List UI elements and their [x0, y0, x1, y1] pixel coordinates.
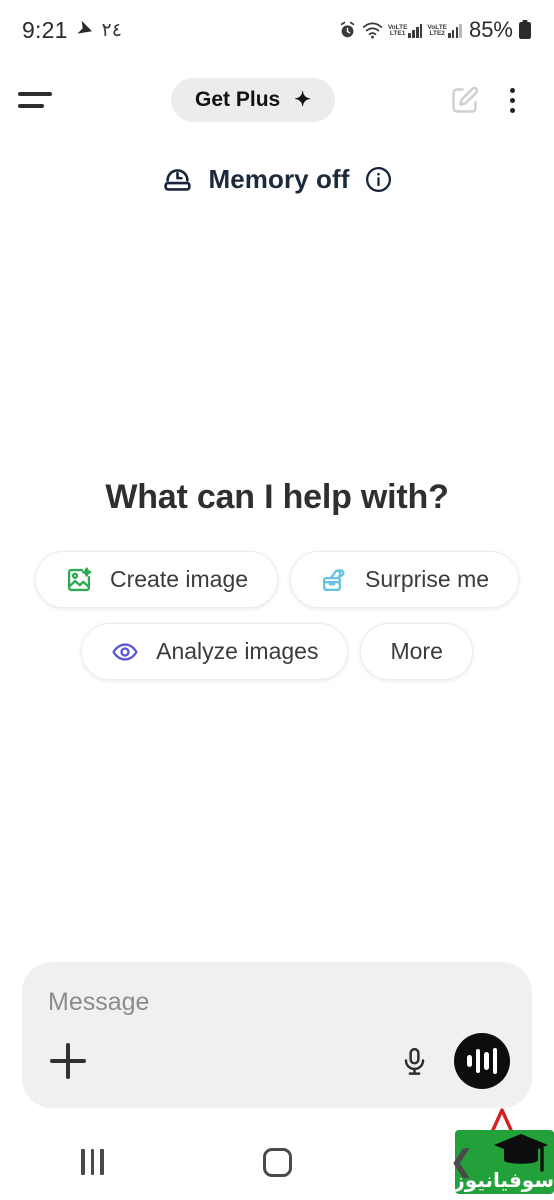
sim2-volte-indicator: VoLTE LTE2 [427, 23, 462, 38]
phone-screen: 9:21 ➤ ٢٤ VoLTE LTE1 VoLTE LTE2 85% Get … [0, 0, 554, 1200]
alarm-icon [338, 21, 357, 40]
sim1-signal-bars [408, 23, 423, 38]
status-bar-right: VoLTE LTE1 VoLTE LTE2 85% [338, 17, 532, 43]
status-bar: 9:21 ➤ ٢٤ VoLTE LTE1 VoLTE LTE2 85% [0, 0, 554, 60]
battery-icon [518, 20, 532, 40]
voice-waveform-icon[interactable] [454, 1033, 510, 1089]
message-input[interactable]: Message [48, 988, 506, 1017]
suggestion-chips: Create image Surprise me Analyze images … [0, 551, 554, 695]
chip-label: Analyze images [156, 638, 319, 664]
location-arrow-icon: ➤ [74, 17, 95, 42]
sim1-network-label: LTE1 [389, 30, 406, 37]
microphone-icon[interactable] [390, 1037, 438, 1085]
back-icon[interactable]: ❮ [369, 1147, 554, 1177]
eye-icon [111, 638, 139, 666]
create-image-icon [65, 566, 93, 594]
battery-percent: 85% [468, 17, 513, 42]
recents-icon[interactable] [0, 1149, 185, 1175]
plus-icon[interactable] [44, 1037, 92, 1085]
memory-status-row[interactable]: Memory off [0, 163, 554, 196]
hamburger-menu-icon[interactable] [18, 76, 66, 124]
sim2-network-label: LTE2 [429, 30, 445, 37]
status-bar-left: 9:21 ➤ ٢٤ [22, 17, 122, 44]
surprise-gift-icon [320, 566, 348, 594]
chip-label: Surprise me [365, 566, 490, 592]
suggestion-chip-row-1: Create image Surprise me [0, 551, 554, 608]
page-title: What can I help with? [105, 478, 449, 516]
get-plus-label: Get Plus [195, 88, 281, 111]
sparkle-icon: ✦ [294, 89, 311, 111]
composer-actions [22, 1030, 532, 1092]
suggestion-chip-row-2: Analyze images More [0, 623, 554, 680]
wifi-icon [362, 22, 383, 39]
status-secondary-text: ٢٤ [101, 19, 123, 41]
info-circle-icon[interactable] [364, 165, 393, 194]
memory-status-label: Memory off [208, 164, 350, 194]
app-header: Get Plus ✦ [0, 62, 554, 138]
chip-create-image[interactable]: Create image [34, 551, 279, 608]
chip-analyze-images[interactable]: Analyze images [81, 623, 349, 680]
chip-label: More [390, 638, 443, 664]
sim2-signal-bars [448, 23, 462, 38]
get-plus-button[interactable]: Get Plus ✦ [171, 78, 335, 122]
sim1-volte-indicator: VoLTE LTE1 [388, 23, 423, 38]
memory-icon [161, 163, 194, 196]
chip-surprise-me[interactable]: Surprise me [290, 551, 520, 608]
kebab-menu-icon[interactable] [488, 76, 536, 124]
chip-more[interactable]: More [360, 623, 473, 680]
home-icon[interactable] [185, 1147, 370, 1177]
chip-label: Create image [109, 566, 249, 592]
status-time: 9:21 [22, 16, 68, 43]
android-nav-bar: ❮ [0, 1124, 554, 1200]
message-composer[interactable]: Message [22, 962, 532, 1108]
compose-edit-icon[interactable] [440, 76, 488, 124]
